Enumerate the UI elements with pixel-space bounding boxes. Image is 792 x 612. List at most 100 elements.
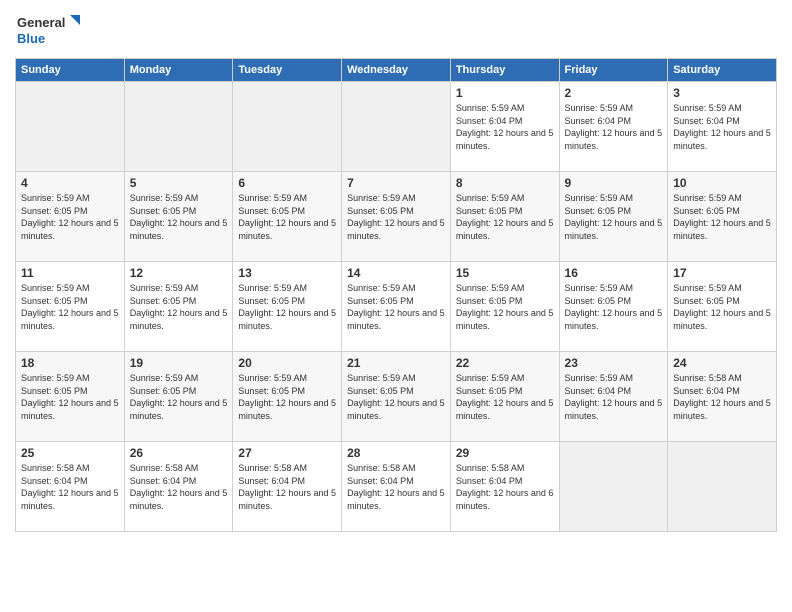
day-number: 19 — [130, 356, 228, 370]
cell-info: Sunrise: 5:59 AMSunset: 6:05 PMDaylight:… — [130, 372, 228, 422]
calendar-cell — [668, 442, 777, 532]
weekday-header: Wednesday — [342, 59, 451, 82]
calendar-cell: 13 Sunrise: 5:59 AMSunset: 6:05 PMDayligh… — [233, 262, 342, 352]
calendar-cell: 27 Sunrise: 5:58 AMSunset: 6:04 PMDayligh… — [233, 442, 342, 532]
cell-info: Sunrise: 5:59 AMSunset: 6:05 PMDaylight:… — [456, 372, 554, 422]
cell-info: Sunrise: 5:59 AMSunset: 6:05 PMDaylight:… — [673, 282, 771, 332]
calendar-cell: 8 Sunrise: 5:59 AMSunset: 6:05 PMDaylight… — [450, 172, 559, 262]
weekday-header: Tuesday — [233, 59, 342, 82]
cell-info: Sunrise: 5:59 AMSunset: 6:05 PMDaylight:… — [238, 282, 336, 332]
day-number: 11 — [21, 266, 119, 280]
cell-info: Sunrise: 5:59 AMSunset: 6:05 PMDaylight:… — [565, 282, 663, 332]
calendar-cell: 7 Sunrise: 5:59 AMSunset: 6:05 PMDaylight… — [342, 172, 451, 262]
day-number: 23 — [565, 356, 663, 370]
cell-info: Sunrise: 5:59 AMSunset: 6:04 PMDaylight:… — [565, 372, 663, 422]
calendar-cell — [124, 82, 233, 172]
calendar-cell: 29 Sunrise: 5:58 AMSunset: 6:04 PMDayligh… — [450, 442, 559, 532]
calendar-cell: 4 Sunrise: 5:59 AMSunset: 6:05 PMDaylight… — [16, 172, 125, 262]
day-number: 22 — [456, 356, 554, 370]
weekday-header: Sunday — [16, 59, 125, 82]
day-number: 27 — [238, 446, 336, 460]
cell-info: Sunrise: 5:59 AMSunset: 6:05 PMDaylight:… — [21, 192, 119, 242]
header: General Blue — [15, 10, 777, 50]
calendar-cell: 22 Sunrise: 5:59 AMSunset: 6:05 PMDayligh… — [450, 352, 559, 442]
day-number: 6 — [238, 176, 336, 190]
cell-info: Sunrise: 5:59 AMSunset: 6:05 PMDaylight:… — [347, 282, 445, 332]
calendar-cell — [342, 82, 451, 172]
day-number: 4 — [21, 176, 119, 190]
cell-info: Sunrise: 5:59 AMSunset: 6:05 PMDaylight:… — [673, 192, 771, 242]
day-number: 15 — [456, 266, 554, 280]
day-number: 25 — [21, 446, 119, 460]
calendar-cell: 26 Sunrise: 5:58 AMSunset: 6:04 PMDayligh… — [124, 442, 233, 532]
cell-info: Sunrise: 5:59 AMSunset: 6:04 PMDaylight:… — [673, 102, 771, 152]
page: General Blue SundayMondayTuesdayWednesda… — [0, 0, 792, 612]
day-number: 29 — [456, 446, 554, 460]
day-number: 12 — [130, 266, 228, 280]
day-number: 10 — [673, 176, 771, 190]
cell-info: Sunrise: 5:58 AMSunset: 6:04 PMDaylight:… — [347, 462, 445, 512]
calendar-cell: 24Sunrise: 5:58 AMSunset: 6:04 PMDayligh… — [668, 352, 777, 442]
weekday-header: Monday — [124, 59, 233, 82]
calendar-cell — [559, 442, 668, 532]
weekday-header: Friday — [559, 59, 668, 82]
day-number: 26 — [130, 446, 228, 460]
cell-info: Sunrise: 5:59 AMSunset: 6:05 PMDaylight:… — [456, 192, 554, 242]
cell-info: Sunrise: 5:58 AMSunset: 6:04 PMDaylight:… — [130, 462, 228, 512]
cell-info: Sunrise: 5:58 AMSunset: 6:04 PMDaylight:… — [456, 462, 554, 512]
cell-info: Sunrise: 5:58 AMSunset: 6:04 PMDaylight:… — [21, 462, 119, 512]
weekday-header: Thursday — [450, 59, 559, 82]
cell-info: Sunrise: 5:58 AMSunset: 6:04 PMDaylight:… — [673, 372, 771, 422]
calendar-cell: 2 Sunrise: 5:59 AMSunset: 6:04 PMDaylight… — [559, 82, 668, 172]
calendar-cell: 28 Sunrise: 5:58 AMSunset: 6:04 PMDayligh… — [342, 442, 451, 532]
day-number: 7 — [347, 176, 445, 190]
calendar-cell: 3 Sunrise: 5:59 AMSunset: 6:04 PMDaylight… — [668, 82, 777, 172]
day-number: 17 — [673, 266, 771, 280]
calendar-cell: 20 Sunrise: 5:59 AMSunset: 6:05 PMDayligh… — [233, 352, 342, 442]
cell-info: Sunrise: 5:59 AMSunset: 6:05 PMDaylight:… — [565, 192, 663, 242]
calendar-cell: 17 Sunrise: 5:59 AMSunset: 6:05 PMDayligh… — [668, 262, 777, 352]
svg-text:General: General — [17, 15, 65, 30]
calendar-cell: 19 Sunrise: 5:59 AMSunset: 6:05 PMDayligh… — [124, 352, 233, 442]
day-number: 18 — [21, 356, 119, 370]
cell-info: Sunrise: 5:59 AMSunset: 6:05 PMDaylight:… — [238, 372, 336, 422]
cell-info: Sunrise: 5:59 AMSunset: 6:04 PMDaylight:… — [565, 102, 663, 152]
calendar-cell: 16Sunrise: 5:59 AMSunset: 6:05 PMDayligh… — [559, 262, 668, 352]
cell-info: Sunrise: 5:59 AMSunset: 6:04 PMDaylight:… — [456, 102, 554, 152]
svg-text:Blue: Blue — [17, 31, 45, 46]
day-number: 14 — [347, 266, 445, 280]
day-number: 3 — [673, 86, 771, 100]
logo: General Blue — [15, 10, 85, 50]
day-number: 5 — [130, 176, 228, 190]
weekday-header: Saturday — [668, 59, 777, 82]
calendar-cell: 21Sunrise: 5:59 AMSunset: 6:05 PMDayligh… — [342, 352, 451, 442]
day-number: 8 — [456, 176, 554, 190]
calendar-cell: 11 Sunrise: 5:59 AMSunset: 6:05 PMDayligh… — [16, 262, 125, 352]
cell-info: Sunrise: 5:59 AMSunset: 6:05 PMDaylight:… — [130, 192, 228, 242]
calendar-cell: 14 Sunrise: 5:59 AMSunset: 6:05 PMDayligh… — [342, 262, 451, 352]
cell-info: Sunrise: 5:59 AMSunset: 6:05 PMDaylight:… — [21, 282, 119, 332]
day-number: 2 — [565, 86, 663, 100]
day-number: 13 — [238, 266, 336, 280]
calendar-cell: 10 Sunrise: 5:59 AMSunset: 6:05 PMDayligh… — [668, 172, 777, 262]
calendar-cell: 9 Sunrise: 5:59 AMSunset: 6:05 PMDaylight… — [559, 172, 668, 262]
cell-info: Sunrise: 5:58 AMSunset: 6:04 PMDaylight:… — [238, 462, 336, 512]
calendar-cell: 1 Sunrise: 5:59 AMSunset: 6:04 PMDaylight… — [450, 82, 559, 172]
day-number: 28 — [347, 446, 445, 460]
cell-info: Sunrise: 5:59 AMSunset: 6:05 PMDaylight:… — [130, 282, 228, 332]
cell-info: Sunrise: 5:59 AMSunset: 6:05 PMDaylight:… — [238, 192, 336, 242]
calendar-cell: 18Sunrise: 5:59 AMSunset: 6:05 PMDayligh… — [16, 352, 125, 442]
calendar-cell: 12 Sunrise: 5:59 AMSunset: 6:05 PMDayligh… — [124, 262, 233, 352]
day-number: 20 — [238, 356, 336, 370]
calendar: SundayMondayTuesdayWednesdayThursdayFrid… — [15, 58, 777, 532]
calendar-cell: 15 Sunrise: 5:59 AMSunset: 6:05 PMDayligh… — [450, 262, 559, 352]
calendar-cell — [16, 82, 125, 172]
day-number: 9 — [565, 176, 663, 190]
day-number: 21 — [347, 356, 445, 370]
cell-info: Sunrise: 5:59 AMSunset: 6:05 PMDaylight:… — [456, 282, 554, 332]
calendar-cell: 23 Sunrise: 5:59 AMSunset: 6:04 PMDayligh… — [559, 352, 668, 442]
calendar-cell: 25 Sunrise: 5:58 AMSunset: 6:04 PMDayligh… — [16, 442, 125, 532]
cell-info: Sunrise: 5:59 AMSunset: 6:05 PMDaylight:… — [347, 192, 445, 242]
calendar-cell: 6 Sunrise: 5:59 AMSunset: 6:05 PMDaylight… — [233, 172, 342, 262]
day-number: 1 — [456, 86, 554, 100]
